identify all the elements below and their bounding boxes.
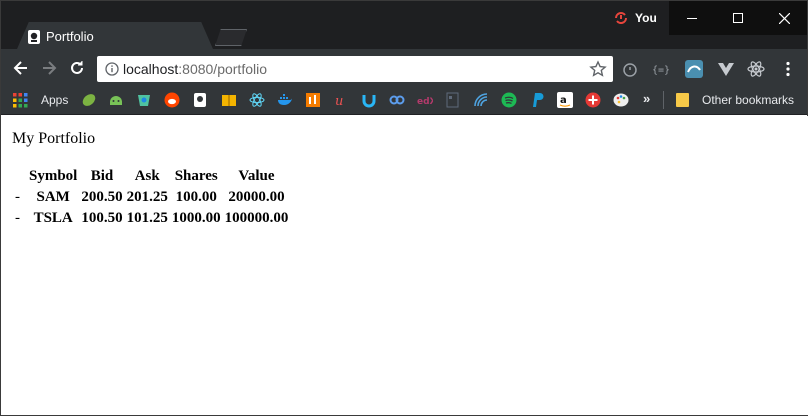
forward-icon[interactable]: [39, 58, 59, 78]
package-icon[interactable]: [221, 92, 237, 108]
portfolio-table: Symbol Bid Ask Shares Value - SAM 200.50…: [12, 165, 291, 230]
plus-icon[interactable]: [585, 92, 601, 108]
svg-text:a: a: [560, 95, 567, 106]
profile-name: You: [635, 11, 657, 25]
url-host: localhost: [123, 61, 179, 77]
close-button[interactable]: [761, 1, 807, 35]
folder-icon[interactable]: [676, 93, 689, 107]
apps-icon[interactable]: [13, 93, 28, 108]
edx-icon[interactable]: edX: [417, 92, 433, 108]
stackblitz-icon[interactable]: [305, 92, 321, 108]
column-header-value: Value: [238, 168, 275, 184]
svg-text:edX: edX: [417, 97, 433, 107]
row-dash: -: [15, 210, 20, 226]
cell-value: 20000.00: [228, 189, 285, 205]
docker-icon[interactable]: [277, 92, 293, 108]
table-row: - TSLA 100.50 101.25 1000.00 100000.00: [14, 209, 289, 228]
extension-vue-icon[interactable]: [717, 60, 735, 78]
sync-error-icon: [615, 12, 627, 24]
column-header-ask: Ask: [134, 168, 160, 184]
cell-shares: 1000.00: [171, 210, 221, 226]
extension-wave-icon[interactable]: [685, 60, 703, 78]
book-icon[interactable]: [192, 92, 208, 108]
paypal-icon[interactable]: [529, 92, 545, 108]
browser-menu-icon[interactable]: [779, 60, 797, 78]
other-bookmarks[interactable]: Other bookmarks: [702, 92, 794, 108]
header-spacer: [14, 167, 26, 186]
site-info-icon[interactable]: [105, 62, 119, 76]
tab-favicon-icon: [28, 30, 40, 44]
spotify-icon[interactable]: [501, 92, 517, 108]
cell-bid: 200.50: [81, 189, 123, 205]
svg-text:{=}: {=}: [652, 65, 669, 76]
chrome-store-icon[interactable]: [136, 92, 152, 108]
bookmark-star-icon[interactable]: [589, 60, 607, 78]
palette-icon[interactable]: [613, 92, 629, 108]
column-header-shares: Shares: [174, 168, 218, 184]
apps-bookmark[interactable]: Apps: [41, 92, 68, 108]
minimize-button[interactable]: [669, 1, 715, 35]
cell-value: 100000.00: [224, 210, 289, 226]
browser-window: Portfolio You localhost:8080/portfolio {…: [0, 0, 808, 416]
signal-icon[interactable]: [473, 92, 489, 108]
bookmarks-overflow-chevron[interactable]: »: [643, 91, 650, 106]
back-icon[interactable]: [11, 58, 31, 78]
cell-symbol: TSLA: [33, 210, 73, 226]
cloud-icon[interactable]: [361, 92, 377, 108]
close-icon: [778, 12, 790, 24]
row-dash: -: [15, 189, 20, 205]
leaf-icon[interactable]: [81, 92, 97, 108]
extension-timer-icon[interactable]: [621, 60, 639, 78]
android-icon[interactable]: [108, 92, 124, 108]
column-header-symbol: Symbol: [29, 168, 78, 184]
extension-react-icon[interactable]: [747, 60, 765, 78]
table-header-row: Symbol Bid Ask Shares Value: [14, 167, 289, 186]
reddit-icon[interactable]: [164, 92, 180, 108]
amazon-icon[interactable]: a: [557, 92, 573, 108]
udemy-icon[interactable]: u: [333, 92, 349, 108]
link-icon[interactable]: [389, 92, 405, 108]
react-icon[interactable]: [249, 92, 265, 108]
tab-title: Portfolio: [46, 29, 94, 44]
maximize-icon: [733, 13, 743, 23]
url-text[interactable]: localhost:8080/portfolio: [123, 60, 267, 78]
svg-text:u: u: [335, 94, 343, 108]
grid-icon[interactable]: [445, 92, 461, 108]
cell-symbol: SAM: [36, 189, 70, 205]
page-content: [2, 116, 808, 415]
cell-shares: 100.00: [175, 189, 217, 205]
url-path: :8080/portfolio: [178, 61, 267, 77]
bookmarks-separator: [663, 91, 664, 109]
table-row: - SAM 200.50 201.25 100.00 20000.00: [14, 188, 289, 207]
column-header-bid: Bid: [90, 168, 114, 184]
profile-button[interactable]: You: [613, 7, 657, 29]
cell-ask: 101.25: [126, 210, 168, 226]
cell-bid: 100.50: [81, 210, 123, 226]
maximize-button[interactable]: [715, 1, 761, 35]
page-title: My Portfolio: [12, 130, 96, 147]
extension-json-icon[interactable]: {=}: [651, 60, 669, 78]
cell-ask: 201.25: [126, 189, 168, 205]
reload-icon[interactable]: [67, 58, 87, 78]
minimize-icon: [687, 18, 697, 19]
